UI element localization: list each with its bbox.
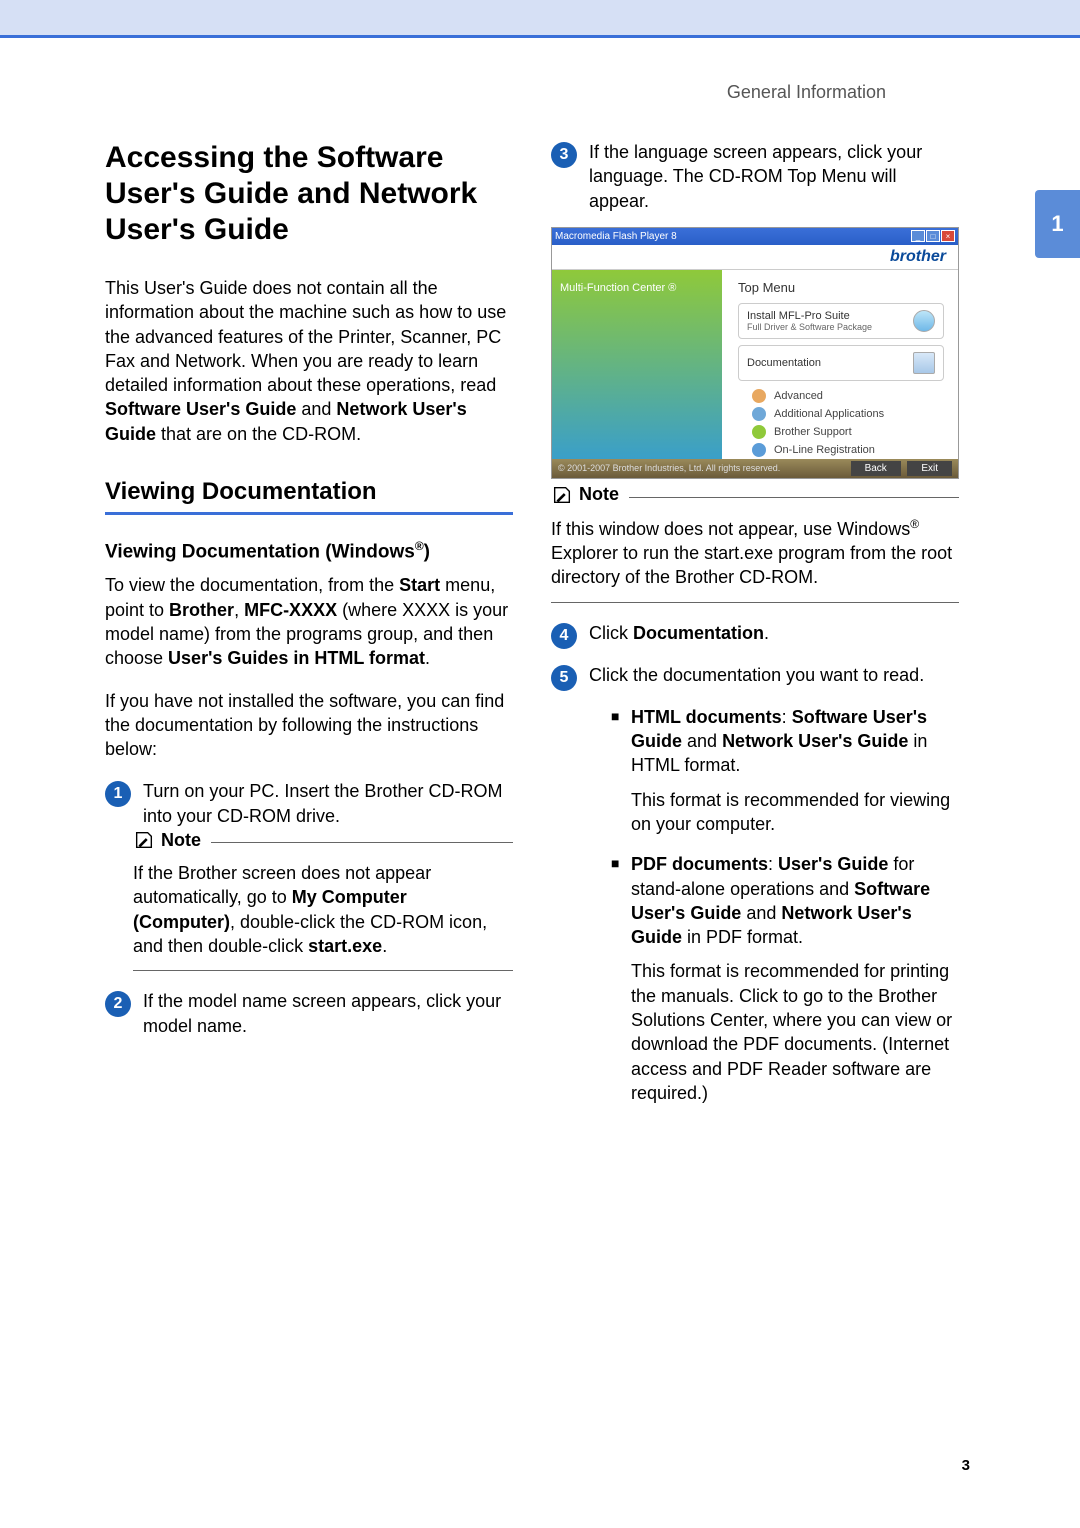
cdrom-menu-screenshot: Macromedia Flash Player 8 _ □ × brother … xyxy=(551,227,959,479)
win-p1: To view the documentation, from the Star… xyxy=(105,573,513,670)
step-1: 1 Turn on your PC. Insert the Brother CD… xyxy=(105,779,513,828)
h3-windows: Viewing Documentation (Windows®) xyxy=(105,539,513,563)
step-1-text: Turn on your PC. Insert the Brother CD-R… xyxy=(143,779,513,828)
step-4-text: Click Documentation. xyxy=(589,621,959,649)
ss-brand: brother xyxy=(552,245,958,270)
ss-sidebar: Multi-Function Center ® xyxy=(552,270,722,459)
doc-icon xyxy=(913,352,935,374)
ss-top-menu-label: Top Menu xyxy=(738,280,958,295)
ss-additional-apps[interactable]: Additional Applications xyxy=(752,405,944,423)
note-2-head: Note xyxy=(551,484,629,506)
chapter-tab: 1 xyxy=(1035,190,1080,258)
step-number-4: 4 xyxy=(551,623,577,649)
ss-install-button[interactable]: Install MFL-Pro Suite Full Driver & Soft… xyxy=(738,303,944,339)
ss-advanced[interactable]: Advanced xyxy=(752,387,944,405)
ss-brother-support[interactable]: Brother Support xyxy=(752,423,944,441)
note-1: Note If the Brother screen does not appe… xyxy=(133,842,513,971)
page-number: 3 xyxy=(962,1457,970,1474)
ss-online-registration[interactable]: On-Line Registration xyxy=(752,441,944,459)
step-2: 2 If the model name screen appears, clic… xyxy=(105,989,513,1038)
step-3-text: If the language screen appears, click yo… xyxy=(589,140,959,213)
step-number-2: 2 xyxy=(105,991,131,1017)
ss-documentation-button[interactable]: Documentation xyxy=(738,345,944,381)
header-section: General Information xyxy=(727,82,886,103)
page-title: Accessing the Software User's Guide and … xyxy=(105,140,513,248)
exit-button[interactable]: Exit xyxy=(907,461,952,476)
step-number-5: 5 xyxy=(551,665,577,691)
note-1-head: Note xyxy=(133,829,211,851)
note-2-body: If this window does not appear, use Wind… xyxy=(551,508,959,590)
step-number-3: 3 xyxy=(551,142,577,168)
ss-window-buttons: _ □ × xyxy=(911,230,955,242)
h2-viewing: Viewing Documentation xyxy=(105,478,513,515)
html-recommend: This format is recommended for viewing o… xyxy=(631,788,959,837)
maximize-icon[interactable]: □ xyxy=(926,230,940,242)
doc-format-list: HTML documents: Software User's Guide an… xyxy=(611,705,959,1105)
ss-titlebar: Macromedia Flash Player 8 _ □ × xyxy=(552,228,958,245)
ss-main: Top Menu Install MFL-Pro Suite Full Driv… xyxy=(722,270,958,459)
html-documents: HTML documents: Software User's Guide an… xyxy=(611,705,959,836)
ss-footer: © 2001-2007 Brother Industries, Ltd. All… xyxy=(552,459,958,478)
win-p2: If you have not installed the software, … xyxy=(105,689,513,762)
step-2-text: If the model name screen appears, click … xyxy=(143,989,513,1038)
step-number-1: 1 xyxy=(105,781,131,807)
left-column: Accessing the Software User's Guide and … xyxy=(105,140,513,1121)
step-5-text: Click the documentation you want to read… xyxy=(589,663,959,691)
disc-icon xyxy=(913,310,935,332)
note-icon xyxy=(551,484,573,506)
pdf-recommend: This format is recommended for printing … xyxy=(631,959,959,1105)
right-column: 3 If the language screen appears, click … xyxy=(551,140,959,1121)
content: Accessing the Software User's Guide and … xyxy=(105,140,965,1121)
back-button[interactable]: Back xyxy=(851,461,901,476)
top-bar xyxy=(0,0,1080,38)
minimize-icon[interactable]: _ xyxy=(911,230,925,242)
step-5: 5 Click the documentation you want to re… xyxy=(551,663,959,691)
pdf-documents: PDF documents: User's Guide for stand-al… xyxy=(611,852,959,1105)
ss-body: Multi-Function Center ® Top Menu Install… xyxy=(552,270,958,459)
intro-paragraph: This User's Guide does not contain all t… xyxy=(105,276,513,446)
note-icon xyxy=(133,829,155,851)
ss-submenu: Advanced Additional Applications Brother… xyxy=(752,387,944,459)
ss-title: Macromedia Flash Player 8 xyxy=(555,231,677,242)
ss-copyright: © 2001-2007 Brother Industries, Ltd. All… xyxy=(558,463,780,473)
note-1-body: If the Brother screen does not appear au… xyxy=(133,853,513,958)
step-3: 3 If the language screen appears, click … xyxy=(551,140,959,213)
close-icon[interactable]: × xyxy=(941,230,955,242)
step-4: 4 Click Documentation. xyxy=(551,621,959,649)
note-2: Note If this window does not appear, use… xyxy=(551,497,959,603)
